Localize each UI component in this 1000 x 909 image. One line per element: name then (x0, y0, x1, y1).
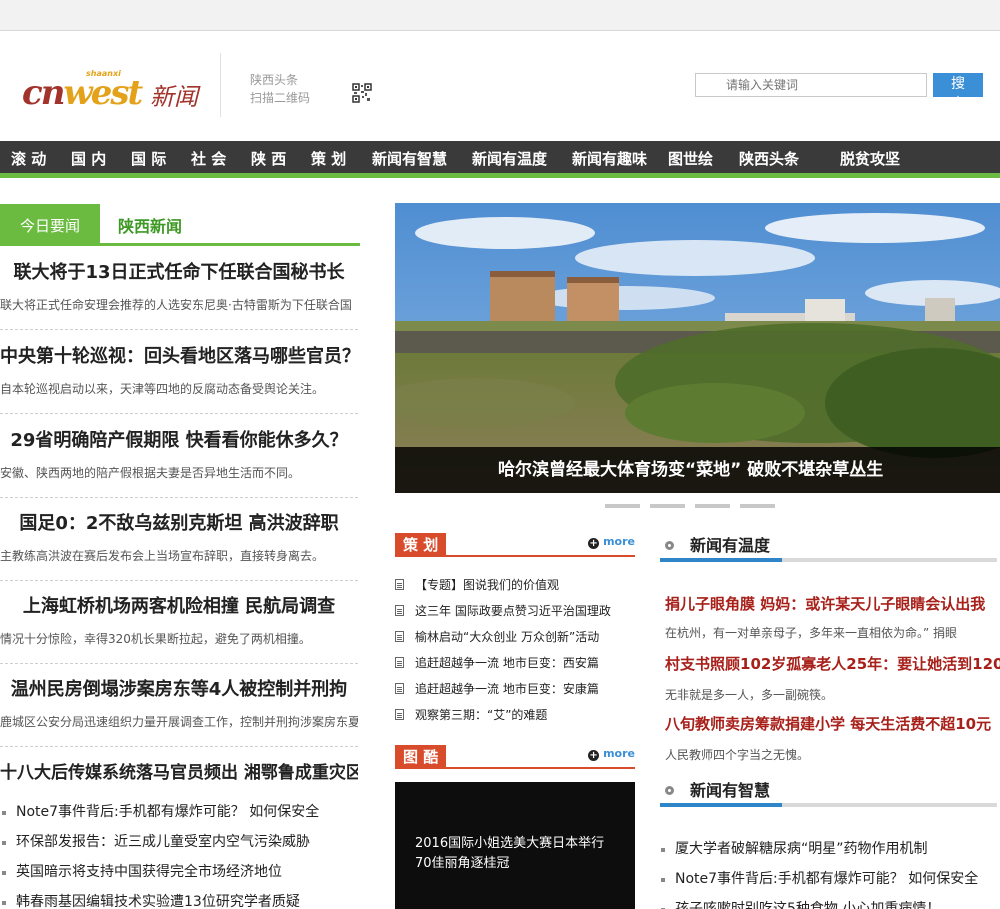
headline-title[interactable]: 29省明确陪产假期限 快看看你能休多久？ (0, 428, 358, 454)
news-tabs: 今日要闻 陕西新闻 (0, 204, 360, 246)
nav-item-fun[interactable]: 新闻有趣味 (572, 141, 647, 178)
slider-dot[interactable] (695, 504, 730, 508)
warmth-summary: 在杭州，有一对单亲母子，多年来一直相依为命。” 捐眼 (665, 626, 958, 640)
photo-slider[interactable]: 哈尔滨曾经最大体育场变“菜地” 破败不堪杂草丛生 (395, 203, 1000, 493)
nav-item-pictures[interactable]: 图世绘 (668, 141, 713, 178)
document-icon (395, 683, 404, 694)
nav-item-wisdom[interactable]: 新闻有智慧 (372, 141, 447, 178)
headline-title[interactable]: 联大将于13日正式任命下任联合国秘书长 (0, 260, 358, 286)
pictures-caption[interactable]: 2016国际小姐选美大赛日本举行 70佳丽角逐桂冠 (415, 834, 620, 874)
nav-item-planning[interactable]: 策 划 (311, 141, 346, 178)
top-bar (0, 0, 1000, 31)
wisdom-list: 厦大学者破解糖尿病“明星”药物作用机制 Note7事件背后:手机都有爆炸可能？ … (660, 834, 1000, 909)
headline-title[interactable]: 中央第十轮巡视：回头看地区落马哪些官员？ (0, 344, 358, 370)
list-item[interactable]: 【专题】图说我们的价值观 (395, 572, 635, 598)
slider-dot[interactable] (740, 504, 775, 508)
nav-item-poverty[interactable]: 脱贫攻坚 (840, 141, 900, 178)
warmth-section-title[interactable]: 新闻有温度 (690, 532, 770, 560)
headline-item[interactable]: 温州民房倒塌涉案房东等4人被控制并刑拘 鹿城区公安分局迅速组织力量开展调查工作，… (0, 663, 358, 747)
qr-caption: 陕西头条 扫描二维码 (250, 73, 311, 105)
tab-shaanxi-news[interactable]: 陕西新闻 (118, 204, 182, 246)
list-item[interactable]: 追赶超越争一流 地市巨变：西安篇 (395, 650, 635, 676)
warmth-section-header: 新闻有温度 (660, 532, 997, 562)
planning-list: 【专题】图说我们的价值观 这三年 国际政要点赞习近平治国理政 榆林启动“大众创业… (395, 572, 635, 728)
warmth-summary: 无非就是多一人，多一副碗筷。 (665, 688, 834, 702)
list-item[interactable]: 环保部发报告：近三成儿童受室内空气污染威胁 (0, 827, 360, 857)
document-icon (395, 579, 404, 590)
slider-caption[interactable]: 哈尔滨曾经最大体育场变“菜地” 破败不堪杂草丛生 (395, 447, 1000, 493)
warmth-summary: 人民教师四个字当之无愧。 (665, 748, 810, 762)
list-item[interactable]: 追赶超越争一流 地市巨变：安康篇 (395, 676, 635, 702)
wisdom-section-title[interactable]: 新闻有智慧 (690, 777, 770, 805)
headline-item[interactable]: 国足0：2不敌乌兹别克斯坦 高洪波辞职 主教练高洪波在赛后发布会上当场宣布辞职，… (0, 497, 358, 581)
site-logo[interactable]: shaanxi cnwest 新闻 (22, 65, 207, 115)
headline-item[interactable]: 十八大后传媒系统落马官员频出 湘鄂鲁成重灾区 (0, 746, 358, 796)
main-nav: 滚 动 国 内 国 际 社 会 陕 西 策 划 新闻有智慧 新闻有温度 新闻有趣… (0, 141, 1000, 178)
headline-summary: 联大将正式任命安理会推荐的人选安东尼奥·古特雷斯为下任联合国 (0, 298, 352, 312)
headline-item[interactable]: 联大将于13日正式任命下任联合国秘书长 联大将正式任命安理会推荐的人选安东尼奥·… (0, 246, 358, 330)
headline-item[interactable]: 上海虹桥机场两客机险相撞 民航局调查 情况十分惊险，幸得320机长果断拉起，避免… (0, 580, 358, 664)
slider-dot[interactable] (650, 504, 685, 508)
list-item[interactable]: Note7事件背后:手机都有爆炸可能？ 如何保安全 (0, 797, 360, 827)
document-icon (395, 631, 404, 642)
site-header: shaanxi cnwest 新闻 陕西头条 扫描二维码 搜 索 (0, 31, 1000, 141)
pictures-tag: 图 酷 (395, 745, 447, 769)
list-item[interactable]: 孩子咳嗽时别吃这5种食物 小心加重病情！ (660, 894, 1000, 909)
section-bullet-icon (665, 541, 674, 550)
headline-summary: 情况十分惊险，幸得320机长果断拉起，避免了两机相撞。 (0, 632, 311, 646)
headline-item[interactable]: 中央第十轮巡视：回头看地区落马哪些官员？ 自本轮巡视启动以来，天津等四地的反腐动… (0, 330, 358, 414)
headline-title[interactable]: 温州民房倒塌涉案房东等4人被控制并刑拘 (0, 677, 358, 703)
small-news-list: Note7事件背后:手机都有爆炸可能？ 如何保安全 环保部发报告：近三成儿童受室… (0, 797, 360, 909)
headline-title[interactable]: 十八大后传媒系统落马官员频出 湘鄂鲁成重灾区 (0, 760, 358, 786)
search-input[interactable] (695, 73, 927, 97)
headline-summary: 鹿城区公安分局迅速组织力量开展调查工作，控制并刑拘涉案房东夏 (0, 715, 358, 729)
document-icon (395, 657, 404, 668)
section-underline (660, 558, 782, 562)
headline-summary: 主教练高洪波在赛后发布会上当场宣布辞职，直接转身离去。 (0, 549, 325, 563)
headline-item[interactable]: 29省明确陪产假期限 快看看你能休多久？ 安徽、陕西两地的陪产假根据夫妻是否异地… (0, 414, 358, 498)
header-divider (220, 53, 221, 117)
nav-item-international[interactable]: 国 际 (131, 141, 166, 178)
planning-section-header: 策 划 + more (395, 533, 635, 557)
list-item[interactable]: 这三年 国际政要点赞习近平治国理政 (395, 598, 635, 624)
nav-item-shaanxi-headlines[interactable]: 陕西头条 (739, 141, 799, 178)
headline-title[interactable]: 上海虹桥机场两客机险相撞 民航局调查 (0, 594, 358, 620)
pictures-feature[interactable]: 2016国际小姐选美大赛日本举行 70佳丽角逐桂冠 (395, 782, 635, 909)
warmth-headline[interactable]: 八旬教师卖房筹款捐建小学 每天生活费不超10元 (665, 713, 991, 734)
nav-item-scroll[interactable]: 滚 动 (11, 141, 46, 178)
nav-item-shaanxi[interactable]: 陕 西 (251, 141, 286, 178)
list-item[interactable]: Note7事件背后:手机都有爆炸可能？ 如何保安全 (660, 864, 1000, 894)
wisdom-section-header: 新闻有智慧 (660, 777, 997, 807)
headline-summary: 安徽、陕西两地的陪产假根据夫妻是否异地生活而不同。 (0, 466, 301, 480)
list-item[interactable]: 英国暗示将支持中国获得完全市场经济地位 (0, 857, 360, 887)
headline-summary: 自本轮巡视启动以来，天津等四地的反腐动态备受舆论关注。 (0, 382, 325, 396)
list-item[interactable]: 榆林启动“大众创业 万众创新”活动 (395, 624, 635, 650)
nav-item-society[interactable]: 社 会 (191, 141, 226, 178)
qr-code-icon[interactable] (352, 83, 372, 103)
list-item[interactable]: 观察第三期：“艾”的难题 (395, 702, 635, 728)
search-button[interactable]: 搜 索 (933, 73, 983, 112)
logo-text: cnwest (22, 73, 143, 113)
warmth-headline[interactable]: 村支书照顾102岁孤寡老人25年：要让她活到120岁 (665, 653, 1000, 674)
nav-item-domestic[interactable]: 国 内 (71, 141, 106, 178)
warmth-headline[interactable]: 捐儿子眼角膜 妈妈：或许某天儿子眼睛会认出我 (665, 593, 985, 614)
slider-dot[interactable] (605, 504, 640, 508)
headline-title[interactable]: 国足0：2不敌乌兹别克斯坦 高洪波辞职 (0, 511, 358, 537)
logo-cn-text: 新闻 (150, 83, 198, 111)
tab-today-news[interactable]: 今日要闻 (0, 204, 100, 246)
pictures-more-link[interactable]: + more (588, 747, 635, 761)
list-item[interactable]: 厦大学者破解糖尿病“明星”药物作用机制 (660, 834, 1000, 864)
list-item[interactable]: 韩春雨基因编辑技术实验遭13位研究学者质疑 (0, 887, 360, 909)
document-icon (395, 605, 404, 616)
section-bullet-icon (665, 786, 674, 795)
plus-icon: + (588, 538, 600, 549)
plus-icon: + (588, 750, 600, 761)
planning-more-link[interactable]: + more (588, 535, 635, 549)
pictures-section-header: 图 酷 + more (395, 745, 635, 769)
document-icon (395, 709, 404, 720)
nav-item-warmth[interactable]: 新闻有温度 (472, 141, 547, 178)
planning-tag: 策 划 (395, 533, 447, 557)
section-underline (660, 803, 782, 807)
